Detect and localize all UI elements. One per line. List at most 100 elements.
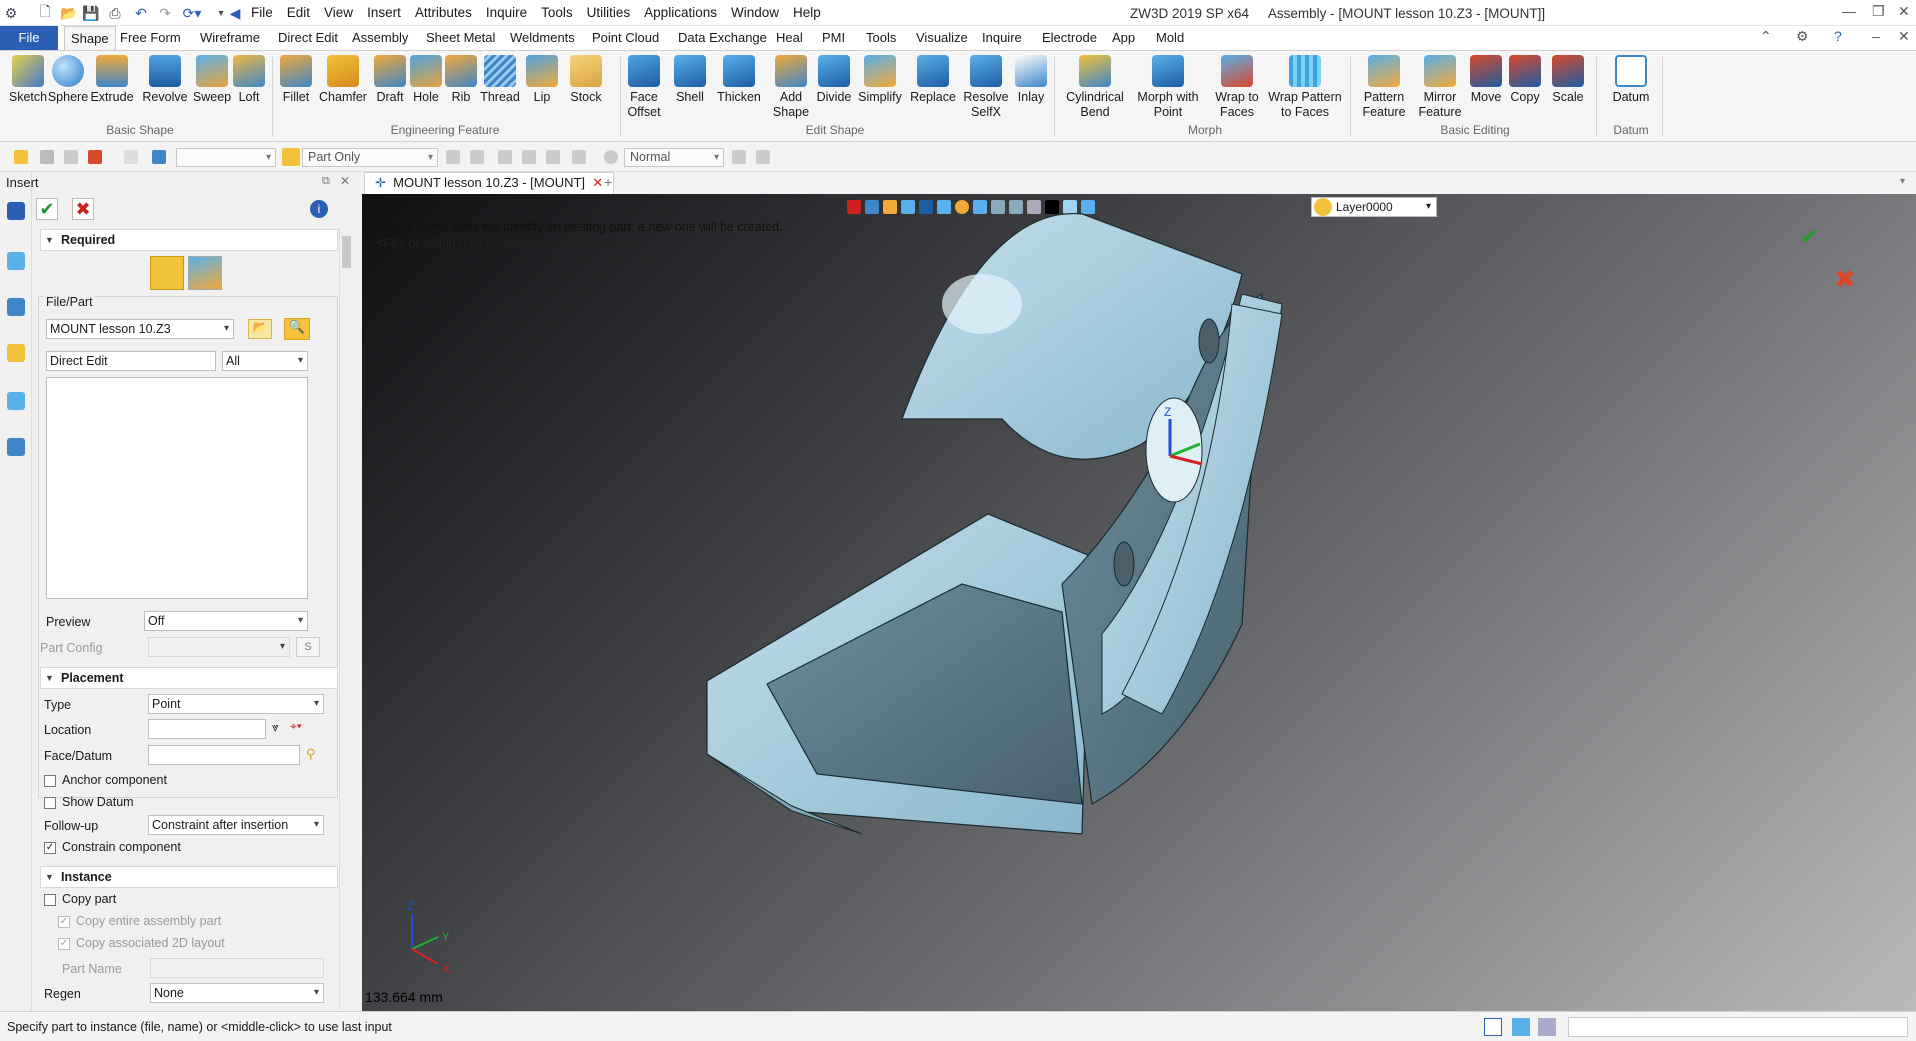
search-button[interactable]: 🔍 [284,318,310,340]
panel-close-icon[interactable]: ✕ [340,174,350,188]
tab-direct-edit[interactable]: Direct Edit [272,26,344,50]
document-tab[interactable]: ✛ MOUNT lesson 10.Z3 - [MOUNT] ✕ [364,172,615,194]
tab-inquire[interactable]: Inquire [976,26,1028,50]
replace-tool[interactable]: Replace [910,55,956,105]
undo-icon[interactable]: ↶ [132,3,150,23]
copy-entire-checkbox[interactable]: ✓ [58,916,70,928]
location-input[interactable] [148,719,266,739]
divide-tool[interactable]: Divide [814,55,854,105]
layout-icon[interactable] [470,150,484,164]
part-config-button[interactable]: S [296,637,320,657]
scroll-thumb[interactable] [342,236,351,268]
fillet-tool[interactable]: Fillet [278,55,314,105]
pick-icon[interactable] [14,150,28,164]
datum-tool[interactable]: Datum [1610,55,1652,105]
show-datum-checkbox[interactable] [44,797,56,809]
double-chevron-down-icon[interactable]: ⩔ [272,720,279,735]
view-manager-icon[interactable] [7,392,25,410]
status-layout-icon[interactable] [1484,1018,1502,1036]
command-input[interactable] [1568,1017,1908,1037]
regen-combo[interactable]: None [150,983,324,1003]
rib-tool[interactable]: Rib [445,55,477,105]
menu-attributes[interactable]: Attributes [408,3,479,23]
wrap-pattern-tool[interactable]: Wrap Pattern to Faces [1268,55,1342,120]
insert-panel-icon[interactable] [7,202,25,220]
menu-utilities[interactable]: Utilities [580,3,638,23]
tab-free-form[interactable]: Free Form [114,26,187,50]
face-offset-tool[interactable]: Face Offset [624,55,664,120]
anchor-component-checkbox[interactable] [44,775,56,787]
part-list[interactable] [46,377,308,599]
part-library-icon[interactable] [7,344,25,362]
new-file-icon[interactable]: 🗋 [36,3,54,23]
sketch-tool[interactable]: Sketch [8,55,48,105]
inlay-tool[interactable]: Inlay [1014,55,1048,105]
tab-weldments[interactable]: Weldments [504,26,581,50]
datum-picker-icon[interactable]: ⚲ [306,746,316,762]
close-window-button[interactable]: ✕ [1898,3,1910,20]
restore-button[interactable]: ❐ [1872,3,1885,20]
cancel-button[interactable]: ✖ [72,198,94,220]
copy-2d-checkbox[interactable]: ✓ [58,938,70,950]
menu-insert[interactable]: Insert [360,3,408,23]
menu-tools[interactable]: Tools [534,3,580,23]
panel-pin-icon[interactable]: ⧉ [322,175,330,188]
wrench-icon[interactable] [572,150,586,164]
filter-icon[interactable] [152,150,166,164]
align-left-icon[interactable] [498,150,512,164]
tab-data-exchange[interactable]: Data Exchange [672,26,773,50]
tab-heal[interactable]: Heal [770,26,809,50]
minimize-button[interactable]: — [1842,3,1856,19]
panel-scrollbar[interactable] [339,228,353,1009]
tab-point-cloud[interactable]: Point Cloud [586,26,665,50]
tab-mold[interactable]: Mold [1150,26,1190,50]
lip-tool[interactable]: Lip [526,55,558,105]
3d-viewport[interactable]: If input name does not identify an exist… [362,194,1916,1011]
tab-list-icon[interactable]: ▾ [1900,176,1905,187]
menu-file[interactable]: File [244,3,280,23]
search-scope-combo[interactable]: All [222,351,308,371]
tab-assembly[interactable]: Assembly [346,26,414,50]
gear-small-icon[interactable] [604,150,618,164]
box-select-icon[interactable] [124,150,138,164]
sphere-tool[interactable]: Sphere [48,55,88,105]
loft-tool[interactable]: Loft [232,55,266,105]
followup-combo[interactable]: Constraint after insertion [148,815,324,835]
tab-visualize[interactable]: Visualize [910,26,974,50]
menu-help[interactable]: Help [786,3,828,23]
tab-shape[interactable]: Shape [64,26,116,50]
close-tab-icon[interactable]: ✕ [592,175,603,190]
resolve-selfx-tool[interactable]: Resolve SelfX [962,55,1010,120]
stock-tool[interactable]: Stock [568,55,604,105]
pattern-feature-tool[interactable]: Pattern Feature [1356,55,1412,120]
part-only-combo[interactable]: Part Only [302,148,438,167]
part-only-icon[interactable] [282,148,300,166]
assembly-manager-icon[interactable] [7,298,25,316]
thread-tool[interactable]: Thread [480,55,520,105]
filter-combo[interactable] [176,148,276,167]
save-icon[interactable]: 💾 [82,3,100,23]
tab-sheet-metal[interactable]: Sheet Metal [420,26,501,50]
cursor-options-icon[interactable] [756,150,770,164]
copy-part-checkbox[interactable] [44,894,56,906]
cursor-icon[interactable] [732,150,746,164]
grid-icon[interactable] [446,150,460,164]
search-input[interactable]: Direct Edit [46,351,216,371]
tab-app[interactable]: App [1106,26,1141,50]
refresh-icon[interactable]: ⟳▾ [180,3,204,23]
print-icon[interactable]: ⎙ [106,3,124,23]
constrain-component-checkbox[interactable]: ✓ [44,842,56,854]
back-icon[interactable]: ◀ [228,3,242,23]
sweep-tool[interactable]: Sweep [192,55,232,105]
tab-pmi[interactable]: PMI [816,26,851,50]
history-manager-icon[interactable] [7,252,25,270]
preview-combo[interactable]: Off [144,611,308,631]
type-combo[interactable]: Point [148,694,324,714]
ribbon-close-button[interactable]: ✕ [1898,28,1910,45]
tab-wireframe[interactable]: Wireframe [194,26,266,50]
required-section-header[interactable]: Required [40,229,338,251]
cylindrical-bend-tool[interactable]: Cylindrical Bend [1064,55,1126,120]
mirror-feature-tool[interactable]: Mirror Feature [1414,55,1466,120]
face-datum-input[interactable] [148,745,300,765]
info-icon[interactable]: i [310,200,328,218]
